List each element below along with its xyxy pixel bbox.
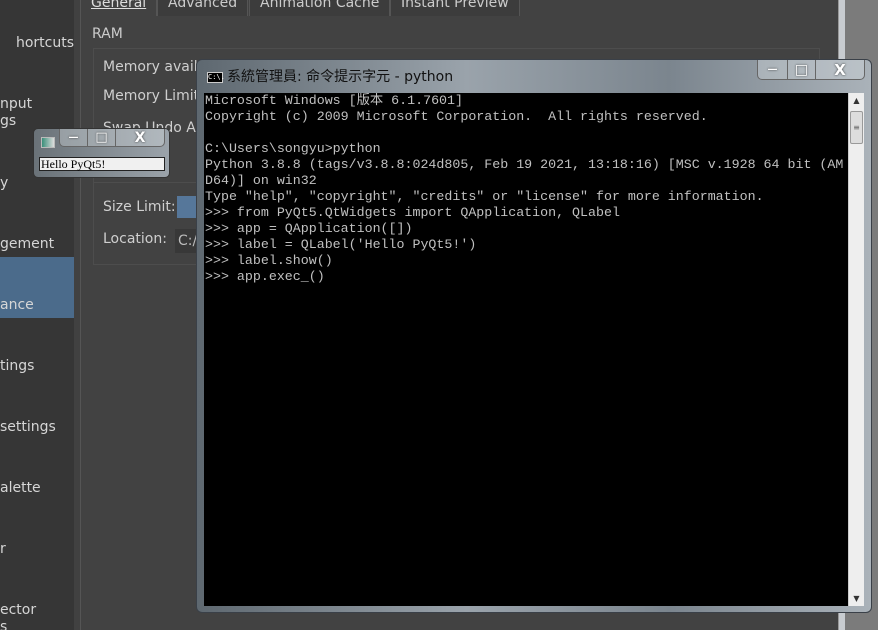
console-line: C:\Users\songyu>python xyxy=(205,141,381,156)
sidebar-item-label: ance xyxy=(0,297,34,313)
sidebar-item-label: alette xyxy=(0,480,41,496)
size-limit-input[interactable] xyxy=(177,196,197,218)
minimize-button[interactable]: — xyxy=(60,129,88,146)
maximize-button[interactable]: □ xyxy=(88,129,116,146)
hello-label: Hello PyQt5! xyxy=(39,157,165,171)
console-line: >>> from PyQt5.QtWidgets import QApplica… xyxy=(205,205,620,220)
console-line: Copyright (c) 2009 Microsoft Corporation… xyxy=(205,109,708,124)
sidebar-item[interactable]: hortcuts xyxy=(0,26,74,87)
sidebar-item-label: settings xyxy=(0,419,56,435)
size-limit-label: Size Limit: xyxy=(103,199,176,215)
console-line: Python 3.8.8 (tags/v3.8.8:024d805, Feb 1… xyxy=(205,157,844,172)
qt-label-window[interactable]: — □ X Hello PyQt5! xyxy=(33,128,170,178)
window-title: C:\. 系統管理員: 命令提示字元 - python xyxy=(207,66,453,86)
cmd-icon: C:\. xyxy=(207,71,225,83)
sidebar-item[interactable]: settings xyxy=(0,392,74,453)
console-line: >>> app = QApplication([]) xyxy=(205,221,413,236)
console-line: D64)] on win32 xyxy=(205,173,317,188)
sidebar-item[interactable]: tings xyxy=(0,331,74,392)
console-line: Type "help", "copyright", "credits" or "… xyxy=(205,189,764,204)
sidebar-item-label: nput xyxy=(0,96,33,112)
console-line: Microsoft Windows [版本 6.1.7601] xyxy=(205,93,463,108)
sidebar-item-label: gement xyxy=(0,236,55,252)
location-label: Location: xyxy=(103,231,167,247)
scroll-down-icon[interactable]: ▼ xyxy=(849,594,864,603)
minimize-button[interactable]: — xyxy=(758,60,788,79)
console-scrollbar[interactable]: ▲ ≡ ▼ xyxy=(848,93,864,606)
command-prompt-window[interactable]: C:\. 系統管理員: 命令提示字元 - python — □ X Microso… xyxy=(196,59,872,613)
scroll-up-icon[interactable]: ▲ xyxy=(849,96,864,105)
tab-advanced[interactable]: Advanced xyxy=(157,0,249,16)
tab-animation-cache[interactable]: Animation Cache xyxy=(249,0,391,16)
ram-heading: RAM xyxy=(92,26,123,42)
maximize-button[interactable]: □ xyxy=(788,60,816,79)
console-line: >>> label.show() xyxy=(205,253,333,268)
console-line: >>> app.exec_() xyxy=(205,269,325,284)
tab-general[interactable]: General xyxy=(80,0,158,16)
app-icon xyxy=(41,137,55,148)
window-title-text: 系統管理員: 命令提示字元 - python xyxy=(227,69,454,85)
sidebar-item-label: hortcuts xyxy=(15,35,74,51)
sidebar-item-label: r xyxy=(0,541,6,557)
close-button[interactable]: X xyxy=(816,60,864,79)
console-output[interactable]: Microsoft Windows [版本 6.1.7601] Copyright… xyxy=(204,93,848,606)
sidebar-item[interactable]: alette xyxy=(0,453,74,514)
window-controls: — □ X xyxy=(757,60,865,80)
sidebar-item-selected[interactable]: ance xyxy=(0,257,74,318)
tab-instant-preview[interactable]: Instant Preview xyxy=(390,0,520,16)
sidebar-item[interactable]: r xyxy=(0,514,74,575)
sidebar-item-label: ector xyxy=(0,602,37,618)
location-input[interactable]: C:/ xyxy=(175,229,197,253)
close-button[interactable]: X xyxy=(116,129,164,146)
sidebar-item[interactable]: ector s xyxy=(0,575,74,630)
window-controls: — □ X xyxy=(59,129,165,147)
memory-available-label: Memory avail xyxy=(103,59,198,75)
scroll-thumb[interactable]: ≡ xyxy=(850,111,863,144)
settings-sidebar: hortcuts nput gs y gement ance tings sett… xyxy=(0,0,74,630)
sidebar-item-label: tings xyxy=(0,358,35,374)
sidebar-item-label: s xyxy=(0,619,8,630)
memory-limit-label: Memory Limit xyxy=(103,88,200,104)
console-line: >>> label = QLabel('Hello PyQt5!') xyxy=(205,237,477,252)
